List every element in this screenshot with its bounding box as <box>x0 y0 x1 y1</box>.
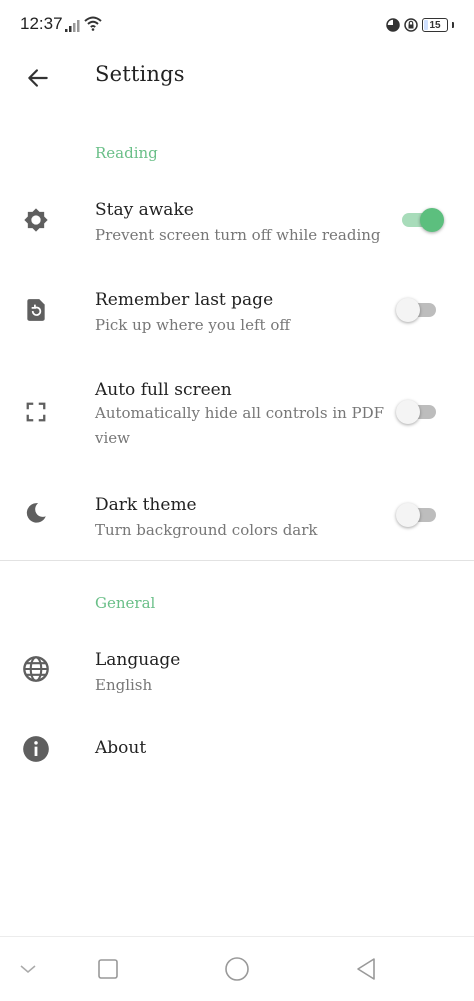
nav-back-button[interactable] <box>352 957 380 981</box>
app-bar: Settings <box>0 50 474 106</box>
nav-recents-button[interactable] <box>94 957 122 981</box>
status-bar: 12:37 15 <box>0 0 474 50</box>
setting-stay-awake[interactable]: Stay awake Prevent screen turn off while… <box>0 188 474 266</box>
status-right-icons: 15 <box>386 16 454 34</box>
document-restore-icon <box>22 296 50 324</box>
circle-icon <box>225 957 249 981</box>
lock-circle-icon <box>404 18 418 32</box>
battery-icon: 15 <box>422 18 448 32</box>
battery-nub <box>452 22 454 28</box>
signal-icon <box>65 20 80 32</box>
battery-level-text: 15 <box>429 19 441 31</box>
setting-title: Auto full screen <box>95 380 232 400</box>
setting-title: Language <box>95 650 181 670</box>
remember-last-page-toggle[interactable] <box>396 295 440 325</box>
setting-title: Dark theme <box>95 495 197 515</box>
globe-icon <box>22 655 50 683</box>
triangle-back-icon <box>357 958 375 980</box>
setting-subtitle: Pick up where you left off <box>95 316 291 334</box>
toggle-thumb <box>396 298 420 322</box>
auto-full-screen-toggle[interactable] <box>396 397 440 427</box>
section-header-general: General <box>95 594 156 612</box>
status-time: 12:37 <box>20 14 63 33</box>
setting-remember-last-page[interactable]: Remember last page Pick up where you lef… <box>0 278 474 356</box>
toggle-thumb <box>396 400 420 424</box>
setting-subtitle: English <box>95 676 153 694</box>
setting-auto-full-screen[interactable]: Auto full screen Automatically hide all … <box>0 368 474 464</box>
setting-title: About <box>95 738 147 758</box>
section-divider <box>0 560 474 561</box>
toggle-thumb <box>420 208 444 232</box>
moon-icon <box>22 499 50 527</box>
brightness-gear-icon <box>22 206 50 234</box>
data-saver-icon <box>386 18 400 32</box>
chevron-down-icon <box>20 965 36 973</box>
dark-theme-toggle[interactable] <box>396 500 440 530</box>
setting-subtitle: Turn background colors dark <box>95 521 318 539</box>
setting-subtitle: Automatically hide all controls in PDF v… <box>95 404 385 447</box>
arrow-back-icon <box>28 69 48 87</box>
fullscreen-icon <box>22 398 50 426</box>
square-icon <box>98 959 118 979</box>
toggle-thumb <box>396 503 420 527</box>
back-button[interactable] <box>16 56 60 100</box>
wifi-icon <box>84 16 102 31</box>
info-icon <box>22 735 50 763</box>
nav-hide-button[interactable] <box>14 957 42 981</box>
stay-awake-toggle[interactable] <box>396 205 444 235</box>
setting-about[interactable]: About <box>0 724 474 776</box>
setting-subtitle: Prevent screen turn off while reading <box>95 226 381 244</box>
system-nav-bar <box>0 936 474 1001</box>
page-title: Settings <box>95 62 185 86</box>
section-header-reading: Reading <box>95 144 158 162</box>
setting-title: Remember last page <box>95 290 274 310</box>
setting-title: Stay awake <box>95 200 194 220</box>
nav-home-button[interactable] <box>223 957 251 981</box>
setting-dark-theme[interactable]: Dark theme Turn background colors dark <box>0 483 474 555</box>
setting-language[interactable]: Language English <box>0 638 474 708</box>
battery-level <box>424 20 428 30</box>
